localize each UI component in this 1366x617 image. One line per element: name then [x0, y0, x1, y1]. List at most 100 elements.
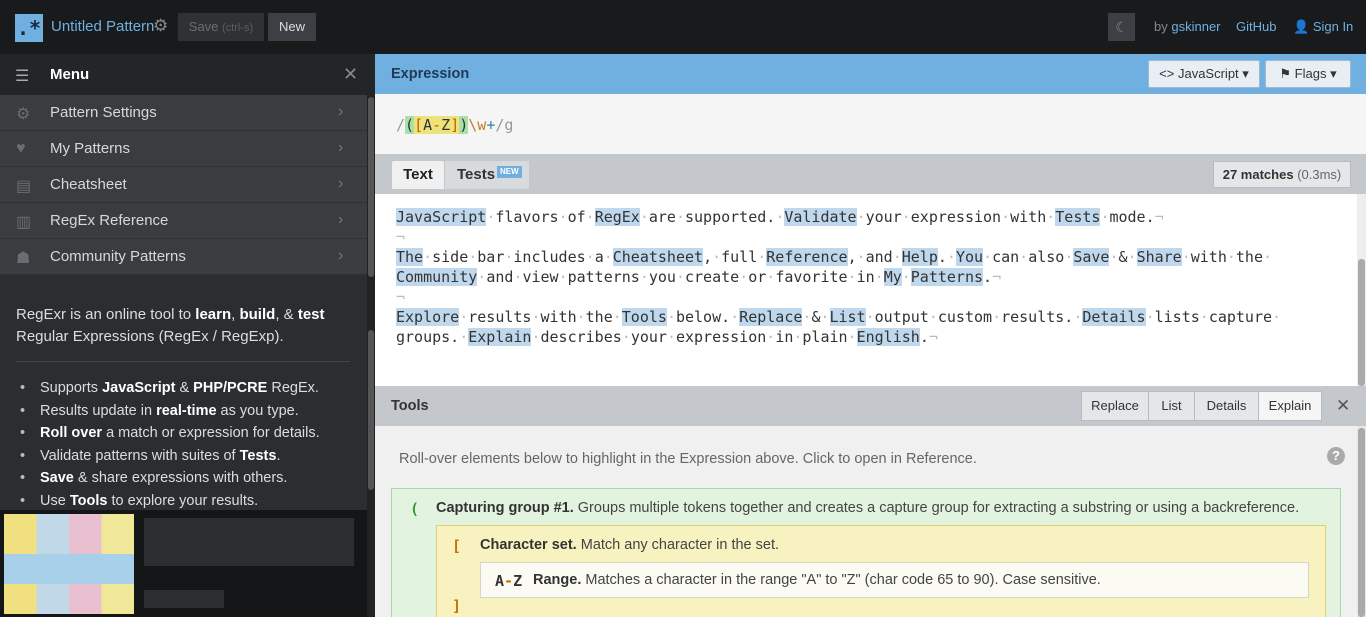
escape-token[interactable]: \w: [468, 116, 486, 134]
chevron-right-icon: ›: [338, 247, 344, 264]
close-menu-icon[interactable]: ✕: [343, 64, 358, 85]
text-line: Explore·results·with·the·Tools·below.·Re…: [396, 308, 1282, 326]
list-item: Supports JavaScript & PHP/PCRE RegEx.: [20, 377, 364, 400]
tab-tests-label: Tests: [457, 166, 496, 183]
sidebar-item-label: Pattern Settings: [50, 104, 157, 121]
text-line: Community·and·view·patterns·you·create·o…: [396, 268, 1002, 286]
sidebar-item-label: RegEx Reference: [50, 212, 169, 229]
regexr-logo-icon[interactable]: .*: [15, 14, 43, 42]
pattern-title[interactable]: Untitled Pattern: [51, 18, 154, 35]
by-label: by: [1154, 19, 1168, 34]
scrollbar-thumb[interactable]: [368, 330, 374, 490]
regex-delimiter: /: [396, 116, 406, 134]
flags-dropdown[interactable]: ⚑ Flags ▾: [1265, 60, 1351, 88]
tools-scrollbar[interactable]: [1357, 426, 1366, 617]
match-count-badge[interactable]: 27 matches (0.3ms): [1213, 161, 1351, 188]
tab-text[interactable]: Text: [392, 161, 444, 189]
document-icon: ▤: [16, 178, 32, 195]
moon-icon[interactable]: ☾: [1108, 13, 1135, 41]
intro-sep: , &: [275, 306, 298, 323]
chevron-right-icon: ›: [338, 211, 344, 228]
language-dropdown[interactable]: <> JavaScript ▾: [1148, 60, 1260, 88]
sidebar-scrollbar[interactable]: [367, 95, 375, 617]
ad-image[interactable]: [4, 514, 134, 614]
sidebar-nav: ⚙ Pattern Settings › ♥ My Patterns › ▤ C…: [0, 95, 367, 275]
set-token[interactable]: [A-Z]: [414, 116, 460, 134]
flags-label: Flags: [1294, 66, 1327, 81]
sidebar-item-regex-reference[interactable]: ▥ RegEx Reference ›: [0, 203, 367, 239]
save-button-label: Save: [188, 19, 219, 34]
save-button[interactable]: Save (ctrl-s): [178, 13, 264, 41]
list-item: Use Tools to explore your results.: [20, 490, 364, 513]
text-line: ¬: [396, 228, 406, 246]
tab-list[interactable]: List: [1148, 391, 1195, 421]
set-token-label: [: [452, 537, 462, 555]
users-icon: ☗: [16, 250, 31, 267]
group-token[interactable]: ([A-Z]): [405, 116, 469, 134]
caret-down-icon: ▾: [1242, 66, 1249, 81]
regex-flags[interactable]: g: [504, 116, 513, 134]
group-description: Capturing group #1. Groups multiple toke…: [436, 500, 1300, 516]
text-scrollbar[interactable]: [1357, 194, 1366, 386]
user-icon: 👤: [1293, 19, 1310, 34]
quantifier-token[interactable]: +: [486, 116, 495, 134]
expression-header: Expression <> JavaScript ▾ ⚑ Flags ▾: [375, 54, 1366, 94]
list-item: Roll over a match or expression for deta…: [20, 422, 364, 445]
new-badge: NEW: [497, 166, 522, 178]
tab-explain[interactable]: Explain: [1258, 391, 1322, 421]
code-icon: <>: [1159, 66, 1175, 81]
scrollbar-thumb[interactable]: [1358, 428, 1365, 617]
range-token-label: A-Z: [495, 572, 523, 590]
tab-tests[interactable]: Tests NEW: [445, 161, 529, 189]
sign-in-link[interactable]: 👤 Sign In: [1293, 19, 1353, 35]
set-close-token-label: ]: [452, 597, 462, 615]
sidebar-item-community-patterns[interactable]: ☗ Community Patterns ›: [0, 239, 367, 275]
sidebar-item-pattern-settings[interactable]: ⚙ Pattern Settings ›: [0, 95, 367, 131]
feature-list: Supports JavaScript & PHP/PCRE RegEx. Re…: [20, 377, 364, 513]
github-link[interactable]: GitHub: [1236, 19, 1276, 34]
test-text-editor[interactable]: JavaScript·flavors·of·RegEx·are·supporte…: [375, 194, 1366, 386]
tools-title: Tools: [391, 398, 429, 414]
sidebar-item-label: Community Patterns: [50, 248, 186, 265]
gear-icon[interactable]: ⚙: [153, 16, 168, 36]
sidebar-item-label: Cheatsheet: [50, 176, 127, 193]
explain-range-item[interactable]: A-Z Range. Matches a character in the ra…: [480, 562, 1309, 598]
new-button[interactable]: New: [268, 13, 316, 41]
scrollbar-thumb[interactable]: [1358, 259, 1365, 386]
list-item: Save & share expressions with others.: [20, 467, 364, 490]
gear-icon: ⚙: [16, 106, 31, 123]
sponsor-ad[interactable]: [0, 510, 367, 617]
close-tools-icon[interactable]: ✕: [1336, 396, 1350, 416]
tab-replace[interactable]: Replace: [1081, 391, 1149, 421]
sidebar-item-my-patterns[interactable]: ♥ My Patterns ›: [0, 131, 367, 167]
book-icon: ▥: [16, 214, 32, 231]
tab-details[interactable]: Details: [1194, 391, 1259, 421]
text-line: The·side·bar·includes·a·Cheatsheet,·full…: [396, 248, 1273, 266]
help-icon[interactable]: ?: [1327, 447, 1345, 465]
expression-input[interactable]: /([A-Z])\w+/g: [396, 116, 513, 134]
explain-group-item[interactable]: ( Capturing group #1. Groups multiple to…: [391, 488, 1341, 617]
list-item: Validate patterns with suites of Tests.: [20, 445, 364, 468]
author-link[interactable]: gskinner: [1171, 19, 1220, 34]
intro-learn: learn: [195, 306, 232, 323]
sign-in-label: Sign In: [1312, 19, 1354, 34]
divider: [16, 361, 350, 362]
intro-build: build: [239, 306, 276, 323]
tools-header: Tools Replace List Details Explain ✕: [375, 386, 1366, 426]
chevron-right-icon: ›: [338, 175, 344, 192]
chevron-right-icon: ›: [338, 103, 344, 120]
scrollbar-thumb[interactable]: [368, 97, 374, 277]
sidebar-item-cheatsheet[interactable]: ▤ Cheatsheet ›: [0, 167, 367, 203]
text-line: ¬: [396, 288, 406, 306]
match-count: 27 matches: [1222, 167, 1294, 182]
sidebar: ☰ Menu ✕ ⚙ Pattern Settings › ♥ My Patte…: [0, 54, 375, 617]
group-token-label: (: [410, 500, 420, 518]
author-byline: by gskinner: [1154, 19, 1221, 34]
test-text[interactable]: JavaScript·flavors·of·RegEx·are·supporte…: [396, 207, 1336, 347]
intro-text: RegExr is an online tool to: [16, 306, 196, 323]
text-line: JavaScript·flavors·of·RegEx·are·supporte…: [396, 208, 1164, 226]
expression-editor[interactable]: /([A-Z])\w+/g: [375, 94, 1366, 154]
hamburger-icon[interactable]: ☰: [15, 66, 29, 86]
explain-set-item[interactable]: [ Character set. Match any character in …: [436, 525, 1326, 617]
language-label: JavaScript: [1177, 66, 1239, 81]
